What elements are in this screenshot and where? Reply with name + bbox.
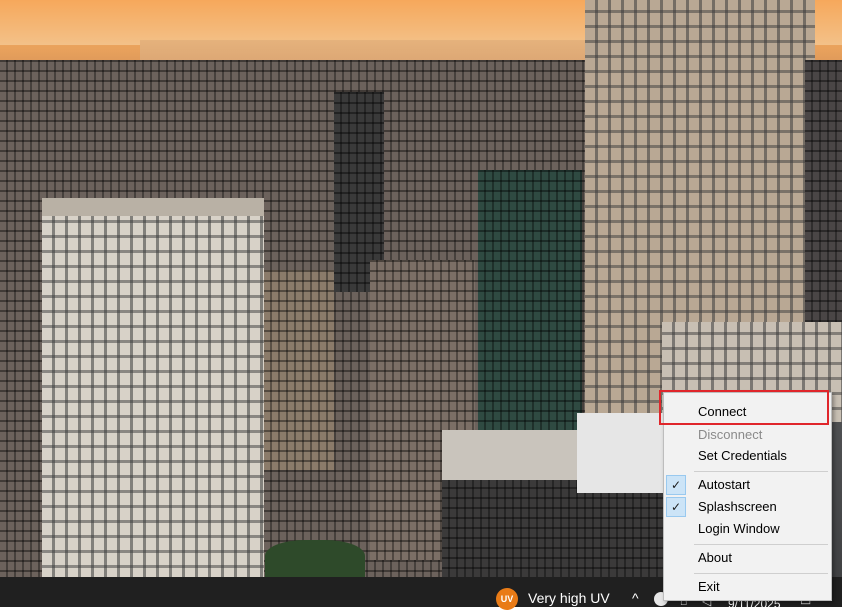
- menu-item-exit-label: Exit: [698, 579, 720, 594]
- show-hidden-icons-chevron-icon[interactable]: ^: [632, 590, 639, 606]
- checkmark-icon: ✓: [666, 497, 686, 517]
- menu-item-splashscreen[interactable]: ✓ Splashscreen: [664, 496, 831, 518]
- connect-highlight-box: [659, 390, 829, 425]
- white-tower-roof: [42, 198, 264, 216]
- white-rooftop: [577, 413, 667, 493]
- right-edge-tower: [805, 60, 842, 360]
- checkmark-icon: ✓: [666, 475, 686, 495]
- uv-weather-text[interactable]: Very high UV: [528, 590, 610, 606]
- menu-item-login-window-label: Login Window: [698, 521, 780, 536]
- menu-item-about[interactable]: About: [664, 547, 831, 569]
- menu-item-autostart-label: Autostart: [698, 477, 751, 492]
- menu-item-set-credentials-label: Set Credentials: [698, 448, 787, 463]
- dark-building-front: [442, 480, 664, 577]
- menu-item-login-window[interactable]: Login Window: [664, 518, 831, 540]
- green-glass-tower: [478, 170, 582, 470]
- low-building-a: [264, 270, 334, 470]
- menu-item-disconnect[interactable]: Disconnect: [664, 424, 831, 446]
- menu-item-set-credentials[interactable]: Set Credentials: [664, 445, 831, 467]
- menu-separator: [694, 573, 828, 574]
- menu-item-disconnect-label: Disconnect: [698, 427, 763, 442]
- menu-separator: [694, 544, 828, 545]
- menu-item-about-label: About: [698, 550, 732, 565]
- menu-item-splashscreen-label: Splashscreen: [698, 499, 777, 514]
- white-tower: [42, 200, 264, 580]
- menu-item-exit[interactable]: Exit: [664, 576, 831, 598]
- trees: [265, 540, 365, 580]
- menu-separator: [694, 471, 828, 472]
- menu-item-autostart[interactable]: ✓ Autostart: [664, 474, 831, 496]
